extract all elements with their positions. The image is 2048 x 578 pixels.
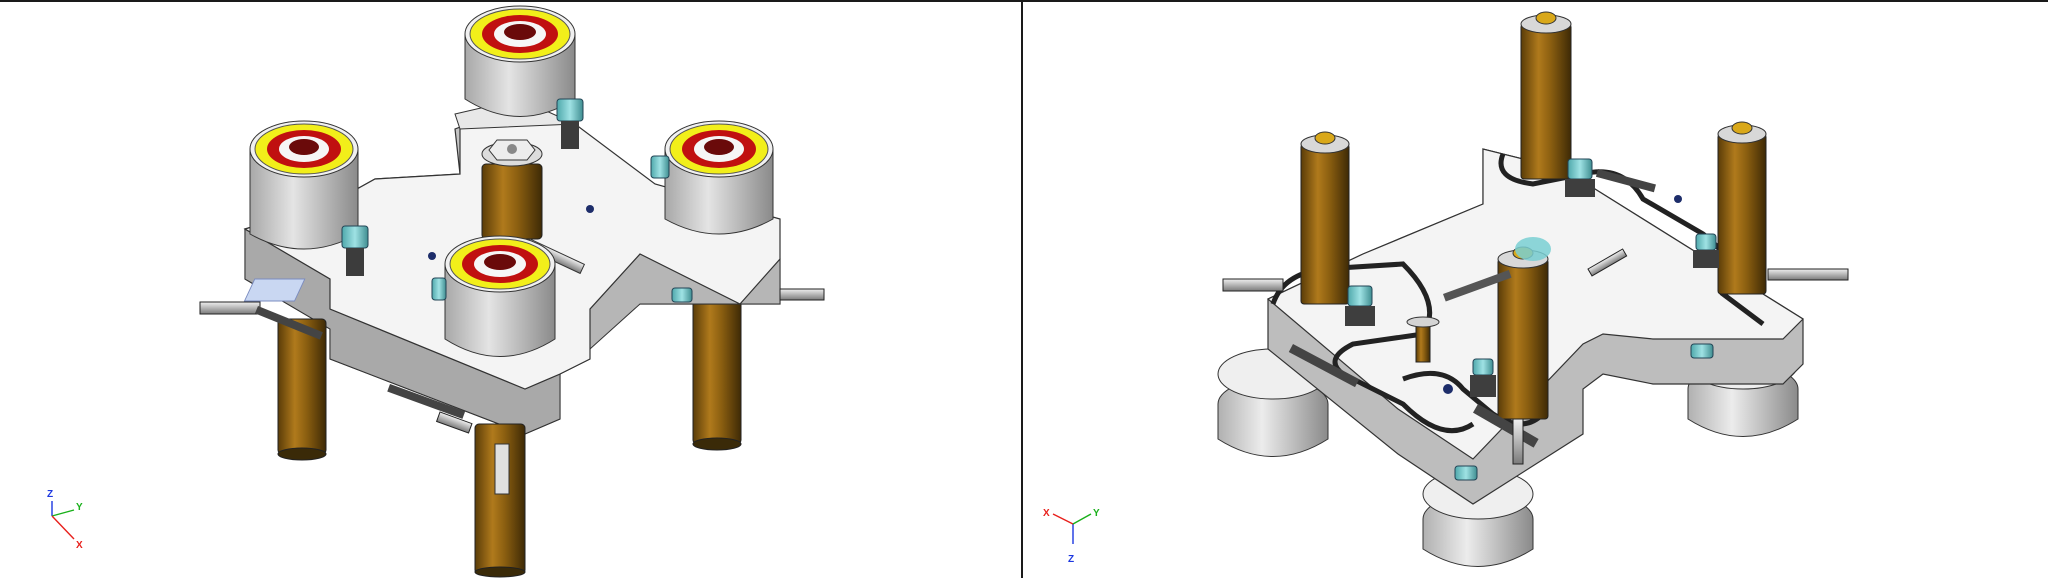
cyan-fitting-r6[interactable] [1454,465,1478,481]
regulator-canister-front[interactable] [444,235,556,357]
triad-y-label: Y [1093,508,1100,519]
tall-filter-front[interactable] [1497,237,1551,420]
left-model-view: Z Y X [47,5,825,578]
push-fitting-r-right[interactable] [1767,268,1849,281]
filter-leg-back[interactable] [692,293,742,451]
cyan-fitting-r1[interactable] [1345,285,1375,326]
filter-leg-front[interactable] [474,423,526,578]
triad-x-label: X [1043,508,1050,519]
push-fitting-r-left[interactable] [1222,278,1284,292]
view-triad: Z Y X [47,489,83,551]
triad-y-label: Y [76,502,83,513]
filter-leg-left[interactable] [277,318,327,461]
triad-x-label: X [76,540,83,551]
cyan-fitting-r4[interactable] [1470,358,1496,397]
cyan-fitting-4[interactable] [431,277,447,301]
triad-z-label: Z [1068,554,1074,565]
cyan-fitting-r3[interactable] [1693,233,1719,268]
cyan-fitting-r2[interactable] [1565,158,1595,197]
cyan-fitting-r5[interactable] [1690,343,1714,359]
regulator-canister-right[interactable] [664,120,774,235]
cyan-fitting-5[interactable] [671,287,693,303]
right-model-view: X Y Z [1043,11,1849,567]
cyan-fitting-3[interactable] [650,155,670,179]
tall-filter-back[interactable] [1520,11,1572,180]
right-viewport[interactable]: X Y Z [1023,4,2048,578]
view-triad: X Y Z [1043,508,1100,565]
left-viewport[interactable]: Z Y X [0,4,1021,578]
tall-filter-right[interactable] [1717,121,1767,295]
push-fitting-r-back[interactable] [1595,168,1656,193]
push-fitting-right[interactable] [779,288,825,301]
tall-filter-left[interactable] [1300,131,1350,305]
cad-graphics-area: Z Y X X Y Z [0,0,2048,578]
triad-z-label: Z [47,489,53,500]
